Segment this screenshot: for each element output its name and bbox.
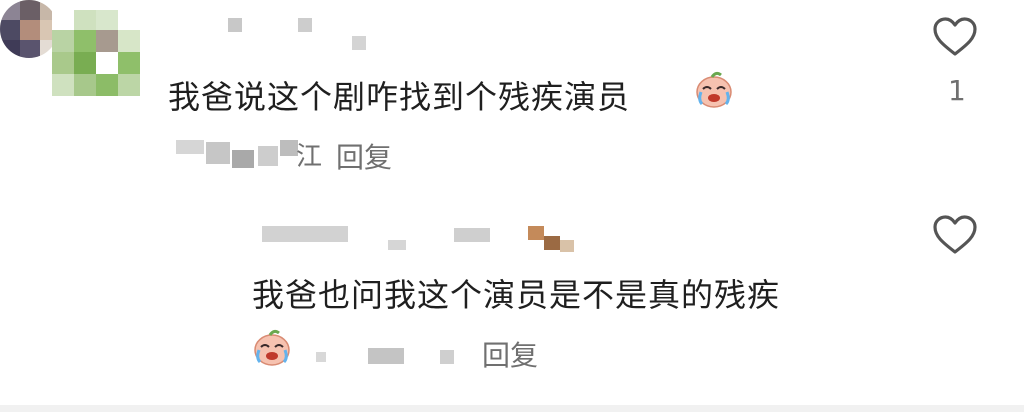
reply-author-redacted bbox=[388, 240, 406, 250]
username-redacted bbox=[352, 36, 366, 50]
reply-button[interactable]: 回复 bbox=[336, 136, 392, 176]
reply-author-redacted bbox=[262, 226, 348, 242]
username-redacted bbox=[298, 18, 312, 32]
avatar-pixelated-image bbox=[52, 10, 144, 106]
heart-outline-icon bbox=[933, 17, 977, 56]
author-redacted bbox=[176, 140, 204, 154]
author-redacted bbox=[232, 150, 254, 168]
reply-meta-redacted bbox=[316, 352, 326, 362]
comment-text: 我爸说这个剧咋找到个残疾演员 bbox=[168, 78, 631, 116]
author-redacted bbox=[258, 146, 278, 166]
divider bbox=[0, 405, 1024, 412]
reply-author-redacted bbox=[560, 240, 574, 252]
reply-author-redacted bbox=[528, 226, 544, 240]
username-redacted bbox=[228, 18, 242, 32]
crying-laughing-sticker-icon bbox=[252, 328, 292, 368]
heart-outline-icon bbox=[933, 215, 977, 254]
author-redacted bbox=[206, 142, 230, 164]
reply-author-redacted bbox=[544, 236, 560, 250]
reply-meta-redacted bbox=[368, 348, 404, 364]
commenter-avatar[interactable] bbox=[52, 10, 144, 106]
crying-laughing-sticker-icon bbox=[694, 70, 734, 110]
reply-like-button[interactable] bbox=[932, 214, 978, 256]
reply-button-partial[interactable]: 回复 bbox=[482, 334, 538, 374]
like-button[interactable] bbox=[932, 16, 978, 58]
replier-avatar[interactable] bbox=[0, 0, 58, 58]
like-count: 1 bbox=[948, 74, 966, 107]
author-name-fragment: 江 bbox=[296, 142, 323, 172]
reply-author-redacted bbox=[454, 228, 490, 242]
reply-text: 我爸也问我这个演员是不是真的残疾 bbox=[252, 276, 781, 314]
avatar-pixelated-image bbox=[0, 0, 58, 58]
reply-meta-redacted bbox=[440, 350, 454, 364]
